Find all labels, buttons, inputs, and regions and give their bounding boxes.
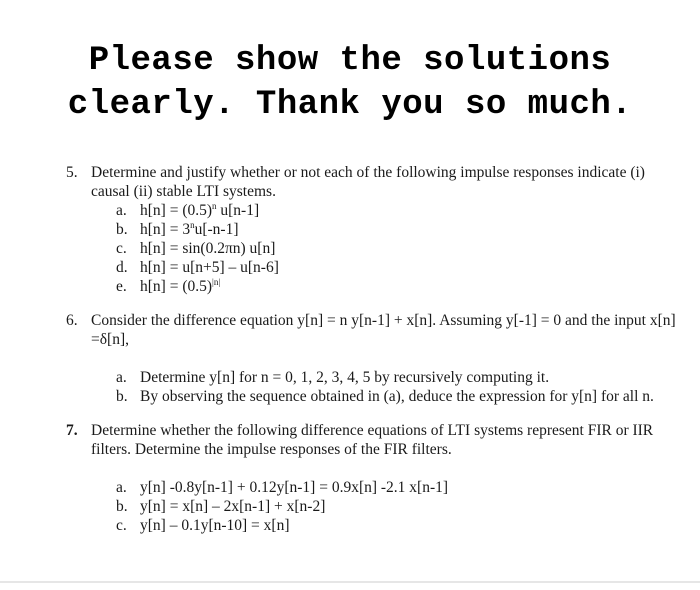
equation-part: u[-n-1] [194, 221, 239, 238]
sub-item-label: e. [116, 278, 127, 295]
sub-item-label: c. [116, 517, 127, 534]
sub-item-label: a. [116, 479, 127, 496]
sub-item-equation: y[n] = x[n] – 2x[n-1] + x[n-2] [140, 498, 326, 515]
question-prompt: Consider the difference equation y[n] = … [91, 312, 676, 348]
sub-item-text: By observing the sequence obtained in (a… [140, 388, 654, 405]
sub-item-label: c. [116, 240, 127, 257]
exponent: |n| [212, 277, 221, 287]
sub-item-equation: h[n] = sin(0.2πn) u[n] [140, 240, 276, 257]
sub-item-equation: h[n] = u[n+5] – u[n-6] [140, 259, 279, 276]
sub-item-text: Determine y[n] for n = 0, 1, 2, 3, 4, 5 … [140, 369, 550, 386]
equation-part: u[n-1] [216, 202, 260, 219]
sub-item-label: d. [116, 259, 128, 276]
sub-item-equation: h[n] = (0.5)n u[n-1] [140, 201, 259, 220]
sub-item-equation: y[n] -0.8y[n-1] + 0.12y[n-1] = 0.9x[n] -… [140, 479, 449, 496]
sub-item-label: a. [116, 369, 127, 386]
sub-item-label: b. [116, 221, 128, 238]
question-number: 7. [66, 422, 78, 439]
page-divider [0, 581, 700, 583]
question-prompt: Determine whether the following differen… [91, 422, 654, 458]
request-banner: Please show the solutions clearly. Thank… [0, 0, 700, 140]
sub-item-label: b. [116, 498, 128, 515]
sub-item-equation: h[n] = 3nu[-n-1] [140, 220, 238, 239]
request-line-2: clearly. Thank you so much. [67, 86, 633, 124]
request-line-1: Please show the solutions [88, 42, 612, 80]
sub-item-label: b. [116, 388, 128, 405]
equation-part: h[n] = (0.5) [140, 202, 213, 219]
sub-item-equation: y[n] – 0.1y[n-10] = x[n] [140, 517, 290, 534]
equation-part: h[n] = 3 [140, 221, 191, 238]
question-number: 6. [66, 312, 78, 329]
sub-item-equation: h[n] = (0.5)|n| [140, 277, 220, 296]
question-prompt: Determine and justify whether or not eac… [91, 164, 645, 200]
sub-item-label: a. [116, 202, 127, 219]
equation-part: h[n] = (0.5) [140, 278, 213, 295]
question-number: 5. [66, 164, 78, 181]
